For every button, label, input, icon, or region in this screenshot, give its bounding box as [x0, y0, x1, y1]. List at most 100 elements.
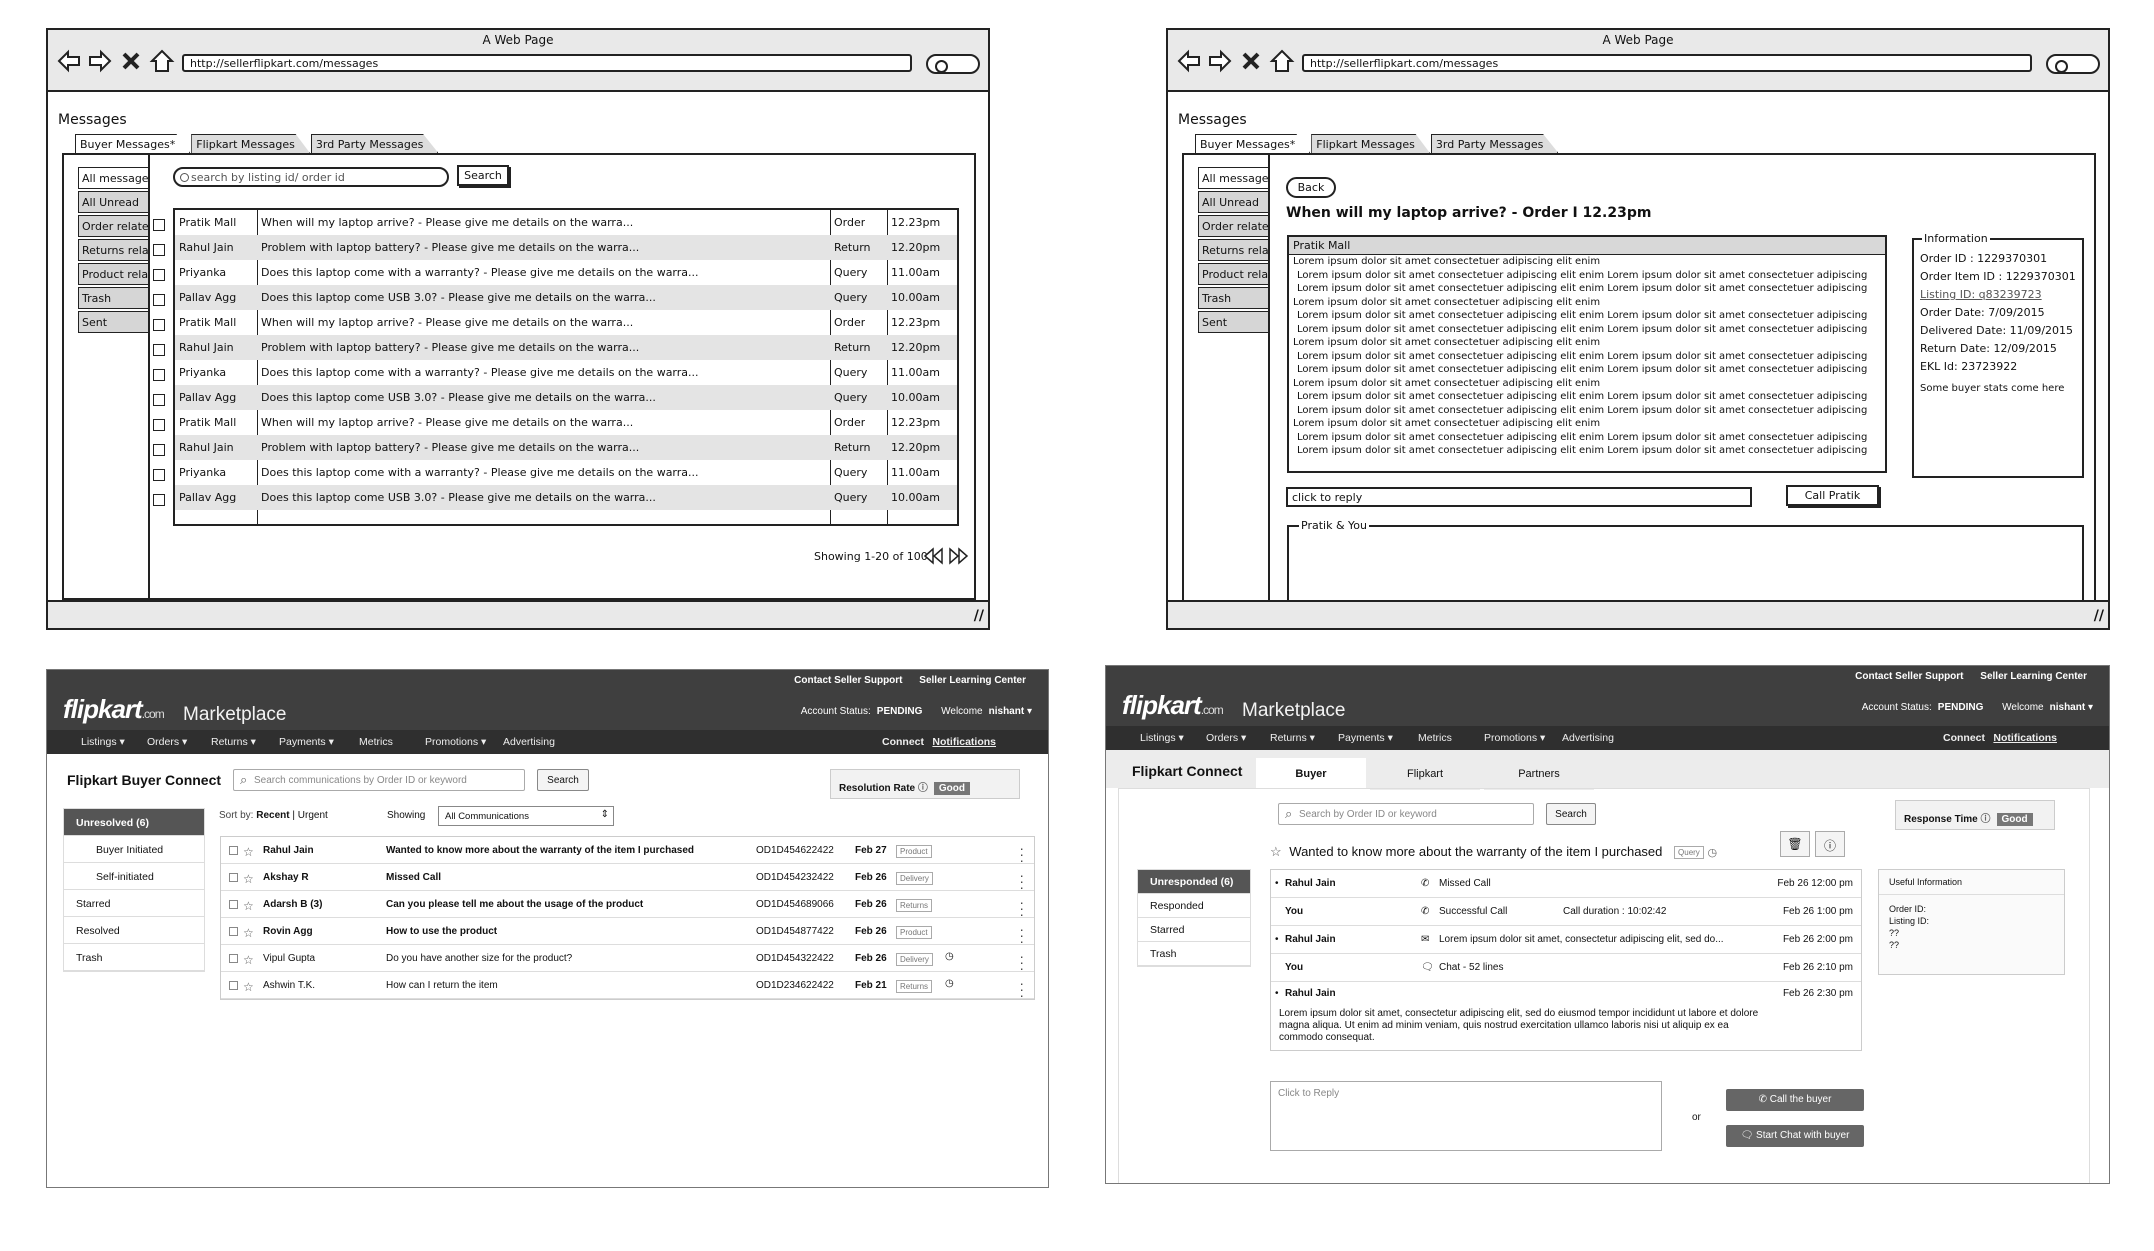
message-row[interactable]: Rahul Jain Problem with laptop battery? -… [175, 435, 957, 460]
contact-seller-support-link[interactable]: Contact Seller Support [1855, 671, 1963, 682]
folder-trash[interactable]: Trash [78, 287, 148, 309]
star-icon[interactable]: ☆ [243, 872, 254, 886]
tab-third-party-messages[interactable]: 3rd Party Messages [310, 134, 439, 153]
filter-self-initiated[interactable]: Self-initiated [64, 863, 204, 890]
user-menu[interactable]: nishant [989, 706, 1025, 717]
message-row[interactable]: Priyanka Does this laptop come with a war… [175, 260, 957, 285]
row-checkbox[interactable] [229, 900, 238, 909]
folder-all-unread[interactable]: All Unread [1198, 191, 1268, 213]
message-row[interactable]: Rahul Jain Problem with laptop battery? -… [175, 335, 957, 360]
table-row[interactable]: ☆ Ashwin T.K. How can I return the item OD1… [221, 972, 1034, 1002]
filter-unresponded[interactable]: Unresponded (6) [1138, 870, 1250, 894]
filter-trash[interactable]: Trash [64, 944, 204, 971]
message-row[interactable]: Pratik Mall When will my laptop arrive? -… [175, 410, 957, 435]
nav-advertising[interactable]: Advertising [1562, 732, 1614, 744]
nav-payments[interactable]: Payments ▾ [1338, 732, 1393, 744]
row-checkbox[interactable] [153, 269, 165, 281]
star-icon[interactable]: ☆ [243, 926, 254, 940]
nav-metrics[interactable]: Metrics [1418, 732, 1452, 744]
call-pratik-button[interactable]: Call Pratik [1786, 485, 1879, 506]
address-bar[interactable]: http://sellerflipkart.com/messages [1302, 54, 2032, 72]
row-checkbox[interactable] [153, 294, 165, 306]
message-row[interactable]: Pallav Agg Does this laptop come USB 3.0?… [175, 285, 957, 310]
forward-arrow-icon[interactable] [1207, 48, 1233, 74]
star-icon[interactable]: ☆ [243, 845, 254, 859]
filter-starred[interactable]: Starred [1138, 918, 1250, 942]
home-icon[interactable] [149, 48, 175, 74]
user-menu[interactable]: nishant [2050, 702, 2086, 713]
message-row[interactable]: Pallav Agg Does this laptop come USB 3.0?… [175, 385, 957, 410]
filter-responded[interactable]: Responded [1138, 894, 1250, 918]
table-row[interactable]: ☆ Adarsh B (3) Can you please tell me abou… [221, 891, 1034, 921]
thread-entry[interactable]: • Rahul Jain ✆ Missed Call Feb 26 12:00 pm [1271, 870, 1861, 898]
filter-trash[interactable]: Trash [1138, 942, 1250, 966]
row-checkbox[interactable] [153, 369, 165, 381]
resize-grip-icon[interactable]: // [2094, 608, 2104, 624]
info-field[interactable]: Listing ID: q83239723 [1920, 286, 2076, 304]
back-arrow-icon[interactable] [56, 48, 82, 74]
sort-recent[interactable]: Recent [256, 810, 289, 821]
nav-returns[interactable]: Returns ▾ [1270, 732, 1315, 744]
search-input[interactable]: search by listing id/ order id [173, 167, 449, 187]
row-checkbox[interactable] [153, 319, 165, 331]
nav-notifications[interactable]: Notifications [932, 736, 996, 748]
search-input[interactable]: Search communications by Order ID or key… [233, 769, 525, 791]
message-row[interactable]: Rahul Jain Problem with laptop battery? -… [175, 235, 957, 260]
table-row[interactable]: ☆ Vipul Gupta Do you have another size for… [221, 945, 1034, 975]
folder-sent[interactable]: Sent [1198, 311, 1268, 333]
search-button[interactable]: Search [1546, 803, 1596, 825]
message-row[interactable]: Pallav Agg Does this laptop come USB 3.0?… [175, 485, 957, 510]
search-button[interactable]: Search [537, 769, 589, 791]
call-buyer-button[interactable]: ✆ Call the buyer [1726, 1089, 1864, 1111]
folder-all-unread[interactable]: All Unread [78, 191, 148, 213]
nav-orders[interactable]: Orders ▾ [1206, 732, 1246, 744]
row-checkbox[interactable] [229, 873, 238, 882]
message-row[interactable]: Priyanka Does this laptop come with a war… [175, 460, 957, 485]
folder-sent[interactable]: Sent [78, 311, 148, 333]
row-checkbox[interactable] [153, 219, 165, 231]
folder-returns-related[interactable]: Returns related [78, 239, 148, 261]
nav-orders[interactable]: Orders ▾ [147, 736, 187, 748]
tab-buyer[interactable]: Buyer [1256, 758, 1366, 790]
row-checkbox[interactable] [153, 419, 165, 431]
resize-grip-icon[interactable]: // [974, 608, 984, 624]
start-chat-button[interactable]: 🗨 Start Chat with buyer [1726, 1125, 1864, 1147]
row-checkbox[interactable] [153, 494, 165, 506]
table-row[interactable]: ☆ Rovin Agg How to use the product OD1D4548… [221, 918, 1034, 948]
tab-third-party-messages[interactable]: 3rd Party Messages [1430, 134, 1559, 153]
first-page-icon[interactable] [922, 547, 944, 565]
folder-returns-related[interactable]: Returns related [1198, 239, 1268, 261]
tab-flipkart[interactable]: Flipkart [1370, 758, 1480, 790]
row-checkbox[interactable] [229, 846, 238, 855]
row-checkbox[interactable] [153, 344, 165, 356]
tab-flipkart-messages[interactable]: Flipkart Messages [1311, 134, 1430, 153]
close-icon[interactable] [1238, 48, 1264, 74]
contact-seller-support-link[interactable]: Contact Seller Support [794, 675, 902, 686]
info-button[interactable]: ⓘ [1815, 831, 1845, 857]
tab-partners[interactable]: Partners [1484, 758, 1594, 790]
search-button[interactable]: Search [457, 165, 509, 186]
home-icon[interactable] [1269, 48, 1295, 74]
filter-unresolved[interactable]: Unresolved (6) [64, 809, 204, 836]
address-bar[interactable]: http://sellerflipkart.com/messages [182, 54, 912, 72]
folder-all-messages[interactable]: All messages* [78, 167, 148, 189]
nav-metrics[interactable]: Metrics [359, 736, 393, 748]
nav-payments[interactable]: Payments ▾ [279, 736, 334, 748]
star-icon[interactable]: ☆ [1270, 844, 1282, 859]
nav-promotions[interactable]: Promotions ▾ [425, 736, 486, 748]
tab-buyer-messages[interactable]: Buyer Messages* [75, 134, 191, 153]
back-button[interactable]: Back [1286, 177, 1336, 198]
folder-order-related[interactable]: Order related [1198, 215, 1268, 237]
more-options-icon[interactable]: · · · [1019, 949, 1024, 975]
more-options-icon[interactable]: · · · [1019, 868, 1024, 894]
row-checkbox[interactable] [153, 469, 165, 481]
seller-learning-center-link[interactable]: Seller Learning Center [919, 675, 1026, 686]
browser-search-button[interactable] [926, 54, 980, 74]
more-options-icon[interactable]: · · · [1019, 976, 1024, 1002]
more-options-icon[interactable]: · · · [1019, 841, 1024, 867]
star-icon[interactable]: ☆ [243, 899, 254, 913]
row-checkbox[interactable] [229, 927, 238, 936]
folder-product-related[interactable]: Product related [78, 263, 148, 285]
folder-product-related[interactable]: Product related [1198, 263, 1268, 285]
forward-arrow-icon[interactable] [87, 48, 113, 74]
